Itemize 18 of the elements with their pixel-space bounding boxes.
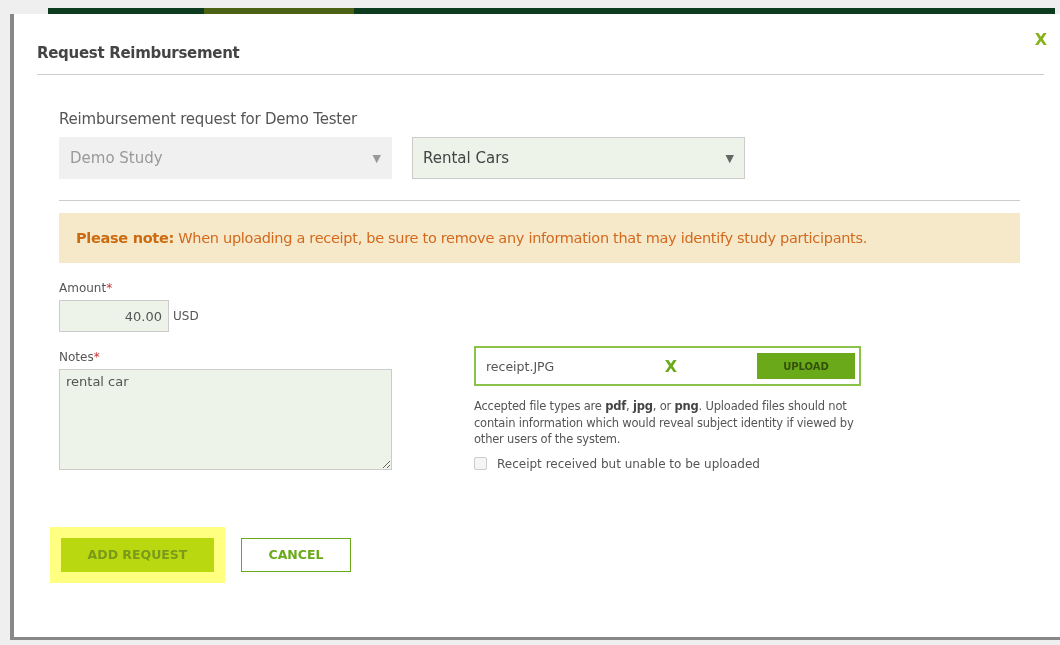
amount-label: Amount* [59,281,114,295]
cancel-button[interactable]: CANCEL [241,537,351,572]
dropdown[interactable]: Rental Cars ▼ [412,137,745,179]
recipient-text: Reimbursement request for Demo Tester [59,110,359,128]
file-name: receipt.JPG [486,358,556,374]
checkbox[interactable] [474,457,487,470]
file-help-text: Accepted file types are pdf, jpg, or png. Uploaded files should not contain information which would reveal subject identity if viewed by other users of the system. [474,398,855,448]
currency-label: USD [173,309,199,323]
checkbox-label: Receipt received but unable to be uploaded [497,456,760,471]
notes-field[interactable]: rental car [59,369,392,470]
remove-file-button[interactable]: X [664,356,677,376]
add-request-button[interactable]: ADD REQUEST [61,537,214,572]
upload-button[interactable]: UPLOAD [757,353,855,379]
notice-banner: Please note: When uploading a receipt, be sure to remove any information that may identify study participants. [59,213,1020,263]
dialog-title: Request Reimbursement [37,44,240,62]
close-button[interactable]: X [1034,30,1047,50]
notes-label: Notes* [59,350,101,364]
amount-field[interactable]: 40.00 [59,300,169,332]
